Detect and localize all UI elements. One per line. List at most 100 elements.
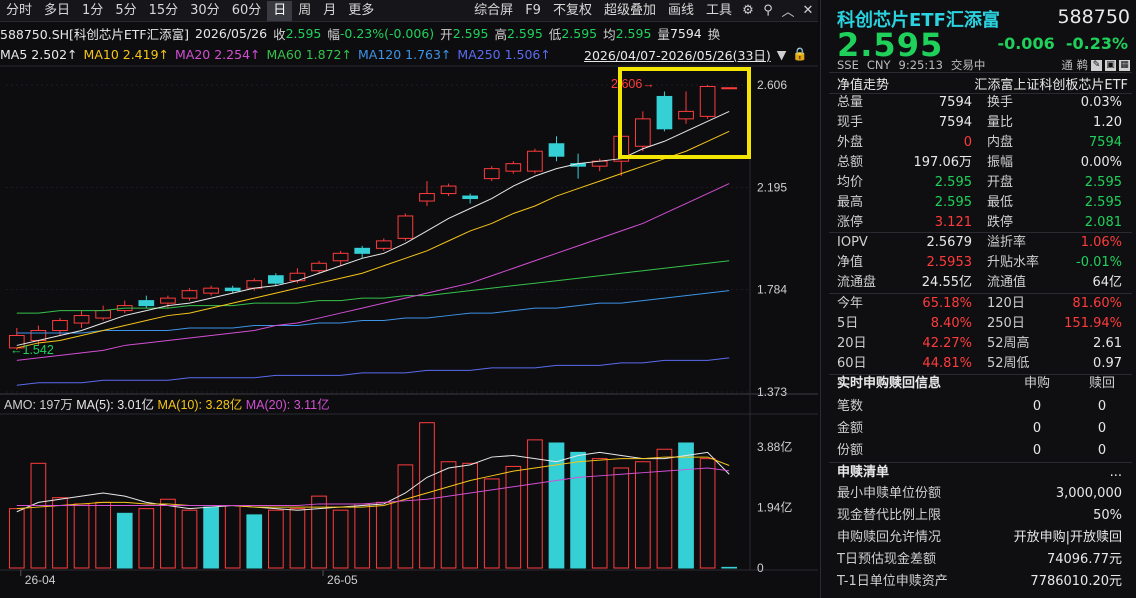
volume-bar[interactable]	[397, 464, 414, 569]
x-tick-label: 26-04	[25, 573, 56, 587]
candle-body[interactable]	[699, 85, 716, 117]
stat-label: 250日	[987, 316, 1025, 331]
stat-value: 3.121	[934, 215, 972, 230]
stat-row: 流通盘 24.55亿 流通值 64亿	[837, 273, 1132, 293]
volume-bar[interactable]	[721, 566, 738, 569]
trade-status: 交易中	[950, 58, 986, 72]
candle-body[interactable]	[289, 272, 306, 282]
candle-body[interactable]	[635, 118, 651, 147]
stat-value: 2.081	[1084, 215, 1122, 230]
volume-bar[interactable]	[699, 458, 716, 569]
candle-body[interactable]	[354, 247, 371, 254]
stat-label: 振幅	[987, 155, 1014, 170]
volume-bar[interactable]	[268, 509, 284, 569]
candle-body[interactable]	[138, 300, 155, 307]
volume-bar[interactable]	[613, 467, 630, 569]
candle-body[interactable]	[548, 143, 565, 157]
volume-bar[interactable]	[678, 442, 694, 569]
list-more-button[interactable]: ...	[1110, 463, 1122, 483]
volume-bar[interactable]	[332, 509, 349, 569]
sub-label: 笔数	[837, 399, 864, 414]
volume-bar[interactable]	[160, 498, 176, 569]
candle-body[interactable]	[721, 87, 738, 90]
candle-body[interactable]	[181, 290, 198, 299]
candle-body[interactable]	[268, 275, 284, 284]
candle-body[interactable]	[483, 168, 500, 180]
list-header: 申赎清单 ...	[837, 463, 1132, 483]
candle-body[interactable]	[311, 262, 327, 272]
volume-bar[interactable]	[30, 462, 47, 569]
volume-bar[interactable]	[246, 514, 263, 569]
pencil-icon[interactable]: ✎	[1091, 59, 1102, 71]
stat-label: 今年	[837, 296, 864, 311]
volume-bar[interactable]	[483, 478, 500, 569]
stat-value: 64亿	[1092, 275, 1122, 290]
volume-bar[interactable]	[203, 506, 219, 569]
volume-bar[interactable]	[635, 461, 651, 569]
stat-label: 流通盘	[837, 275, 877, 290]
volume-bar[interactable]	[570, 451, 586, 569]
subscribe-col: 申购	[1023, 376, 1050, 391]
candle-body[interactable]	[527, 150, 543, 172]
stat-row: 60日 44.81% 52周低 0.97	[837, 354, 1132, 374]
stat-value: 8.40%	[930, 316, 972, 331]
candle-body[interactable]	[375, 240, 392, 249]
candle-body[interactable]	[95, 310, 111, 319]
volume-bar[interactable]	[138, 508, 155, 569]
grid-icon[interactable]: ▦	[1119, 59, 1130, 71]
candle-body[interactable]	[462, 195, 478, 200]
volume-bar[interactable]	[181, 509, 198, 569]
candle-body[interactable]	[224, 287, 241, 292]
candle-body[interactable]	[52, 320, 68, 332]
nav-title[interactable]: 净值走势	[837, 74, 889, 93]
stat-value: 0	[963, 135, 972, 150]
price-axis-label: 2.195	[757, 180, 787, 194]
quote-panel: 科创芯片ETF汇添富 588750 2.595 -0.006 -0.23% SS…	[820, 0, 1136, 598]
tools-label[interactable]: 通 鹈	[1061, 57, 1088, 73]
stat-label: 内盘	[987, 135, 1014, 150]
change-pct: -0.23%	[1065, 34, 1128, 53]
volume-bar[interactable]	[375, 501, 392, 569]
stat-value: 81.60%	[1072, 296, 1122, 311]
max-price-marker: 2.606→	[611, 77, 655, 91]
candle-body[interactable]	[440, 185, 457, 195]
volume-bar[interactable]	[224, 505, 241, 569]
edit-icon[interactable]: ▣	[1105, 59, 1116, 71]
volume-bar[interactable]	[52, 497, 68, 569]
kline-chart[interactable]: 2.606 2.195 1.784 1.373 3.88亿 1.94亿 0 26-04 26-0…	[0, 0, 818, 598]
stat-value: 1.06%	[1080, 235, 1122, 250]
candle-body[interactable]	[332, 252, 349, 262]
candle-body[interactable]	[397, 215, 414, 239]
volume-bar[interactable]	[354, 503, 371, 569]
candle-body[interactable]	[505, 163, 522, 172]
volume-bar[interactable]	[8, 508, 25, 569]
volume-bar[interactable]	[656, 448, 673, 569]
volume-bar[interactable]	[116, 512, 133, 569]
market-code: SSE	[837, 58, 859, 72]
list-label: T日预估现金差额	[837, 552, 936, 567]
ma250-line	[16, 357, 730, 386]
stat-value: 44.81%	[922, 356, 972, 371]
stat-row: 总量 7594 换手 0.03%	[837, 93, 1132, 113]
volume-axis-label: 3.88亿	[757, 439, 792, 454]
candle-body[interactable]	[73, 315, 90, 324]
candle-body[interactable]	[246, 280, 263, 289]
sub-redeem-value: 0	[1097, 399, 1107, 414]
volume-bar[interactable]	[95, 501, 111, 569]
candle-body[interactable]	[656, 95, 673, 130]
subscription-row: 金额 0 0	[837, 419, 1132, 439]
volume-bar[interactable]	[289, 508, 306, 569]
volume-bar[interactable]	[419, 422, 435, 569]
nav-fund-name: 汇添富上证科创板芯片ETF	[974, 78, 1128, 93]
volume-bar[interactable]	[505, 465, 522, 569]
volume-axis-label: 1.94亿	[757, 499, 792, 514]
list-value: 74096.77元	[1046, 552, 1122, 567]
candle-body[interactable]	[160, 297, 176, 304]
candle-body[interactable]	[419, 193, 435, 202]
volume-bar[interactable]	[73, 503, 90, 569]
candle-body[interactable]	[678, 110, 694, 120]
stat-label: 最高	[837, 195, 864, 210]
volume-bar[interactable]	[440, 461, 457, 569]
price-axis-label: 1.373	[757, 385, 787, 399]
candle-body[interactable]	[203, 287, 219, 294]
